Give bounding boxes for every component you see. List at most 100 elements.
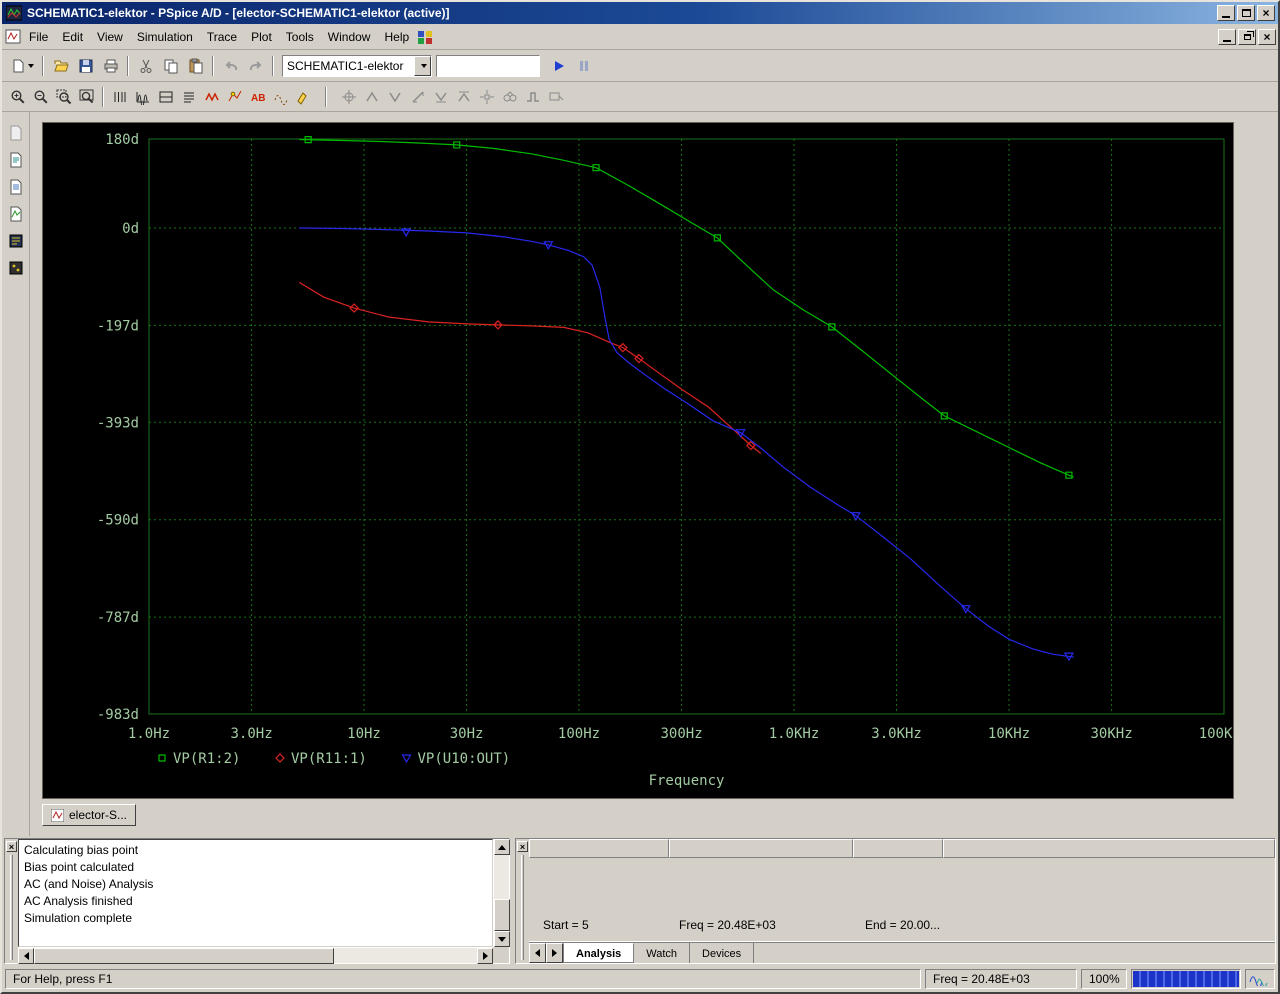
view-circuit-file-button[interactable] [4,122,27,144]
output-log-list[interactable]: Calculating bias point Bias point calcula… [18,839,493,947]
cursor-min-icon [434,92,447,102]
svg-text:10Hz: 10Hz [347,726,381,742]
simulation-profile-combo[interactable]: SCHEMATIC1-elektor [282,54,432,77]
scrollbar-thumb[interactable] [494,899,510,931]
child-restore-button[interactable] [1238,28,1256,45]
pause-button[interactable] [571,53,596,78]
child-minimize-button[interactable] [1218,28,1236,45]
toolbar-separator [127,55,129,76]
redo-button[interactable] [243,53,268,78]
tabs-scroll-right-button[interactable] [546,943,563,963]
paste-button[interactable] [183,53,208,78]
scroll-up-button[interactable] [494,839,510,855]
label-button[interactable] [292,85,315,108]
cursor-peak-button[interactable] [360,85,383,108]
tab-devices[interactable]: Devices [690,943,755,963]
ab-cursors-button[interactable]: AB [246,85,269,108]
column-header[interactable] [853,839,943,858]
save-button[interactable] [73,53,98,78]
fourier-button[interactable] [131,85,154,108]
arrow-right-icon [552,949,557,957]
scrollbar-thumb[interactable] [34,948,334,964]
phase-plot[interactable]: 1.0Hz 3.0Hz 10Hz 30Hz 100Hz 300Hz 1.0KHz 3.0KHz… [43,123,1249,798]
schematic-page-icon[interactable] [416,28,434,46]
menu-item-window[interactable]: Window [321,27,378,47]
copy-button[interactable] [158,53,183,78]
print-button[interactable] [98,53,123,78]
open-folder-icon [53,60,69,71]
tab-watch[interactable]: Watch [634,943,691,963]
cursor-transition-button[interactable] [521,85,544,108]
column-header[interactable] [669,839,853,858]
open-button[interactable] [48,53,73,78]
zoom-in-button[interactable] [6,85,29,108]
svg-text:180d: 180d [105,132,139,148]
copy-icon [164,59,177,73]
view-simulation-messages-button[interactable] [4,230,27,252]
add-trace-button[interactable] [200,85,223,108]
horizontal-scrollbar[interactable] [18,947,493,964]
window-close-button[interactable]: × [1257,5,1275,21]
cursor-trough-button[interactable] [383,85,406,108]
app-icon[interactable] [5,4,23,22]
new-button[interactable] [6,53,38,78]
pane-grip[interactable]: × [5,839,18,963]
view-simulation-queue-button[interactable] [4,203,27,225]
column-header[interactable] [529,839,669,858]
window-maximize-button[interactable] [1237,5,1255,21]
document-tabs: elector-S... [42,804,137,828]
view-watch-window-button[interactable] [4,257,27,279]
freq-value: Freq = 20.48E+03 [679,918,776,932]
document-icon[interactable] [4,28,22,46]
phase-plot-window[interactable]: 1.0Hz 3.0Hz 10Hz 30Hz 100Hz 300Hz 1.0KHz 3.0KHz… [42,122,1249,799]
mark-label-button[interactable] [544,85,567,108]
close-status-pane-button[interactable]: × [517,841,528,852]
axis-settings-button[interactable] [108,85,131,108]
scroll-left-button[interactable] [18,948,34,964]
window-minimize-button[interactable] [1217,5,1235,21]
zoom-area-button[interactable] [52,85,75,108]
run-button[interactable] [546,53,571,78]
tab-elector-schematic[interactable]: elector-S... [42,804,137,826]
menu-item-edit[interactable]: Edit [55,27,90,47]
cursor-min-button[interactable] [429,85,452,108]
undo-button[interactable] [218,53,243,78]
menu-item-tools[interactable]: Tools [279,27,321,47]
vertical-scrollbar[interactable] [493,839,510,947]
pane-grip[interactable]: × [516,839,529,963]
log-line: Simulation complete [24,911,133,925]
cursor-toggle-button[interactable] [337,85,360,108]
cursor-search-button[interactable] [498,85,521,108]
menu-item-plot[interactable]: Plot [244,27,279,47]
zoom-fit-button[interactable] [75,85,98,108]
menu-item-trace[interactable]: Trace [200,27,244,47]
show-points-button[interactable] [269,85,292,108]
view-output-file-button[interactable] [4,149,27,171]
menu-item-file[interactable]: File [22,27,55,47]
add-plot-button[interactable] [154,85,177,108]
menu-item-simulation[interactable]: Simulation [130,27,200,47]
scroll-down-button[interactable] [494,931,510,947]
toolbar-separator [102,86,104,107]
child-close-button[interactable]: × [1258,28,1276,45]
zoom-out-button[interactable] [29,85,52,108]
undo-icon [225,60,237,70]
view-simulation-results-button[interactable] [4,176,27,198]
cursor-point-button[interactable] [475,85,498,108]
tabs-scroll-left-button[interactable] [529,943,546,963]
close-output-pane-button[interactable]: × [6,841,17,852]
cut-button[interactable] [133,53,158,78]
cursor-max-button[interactable] [452,85,475,108]
profile-edit-field[interactable] [436,54,540,77]
mark-data-points-button[interactable] [223,85,246,108]
cursor-crosshair-icon [341,89,356,104]
display-control-button[interactable] [177,85,200,108]
menu-item-help[interactable]: Help [377,27,416,47]
scroll-right-button[interactable] [477,948,493,964]
simulation-queue-icon [10,206,21,222]
tab-analysis[interactable]: Analysis [563,943,635,963]
cursor-slope-button[interactable] [406,85,429,108]
menu-item-view[interactable]: View [90,27,130,47]
combo-dropdown-button[interactable] [414,55,431,76]
column-header[interactable] [943,839,1275,858]
